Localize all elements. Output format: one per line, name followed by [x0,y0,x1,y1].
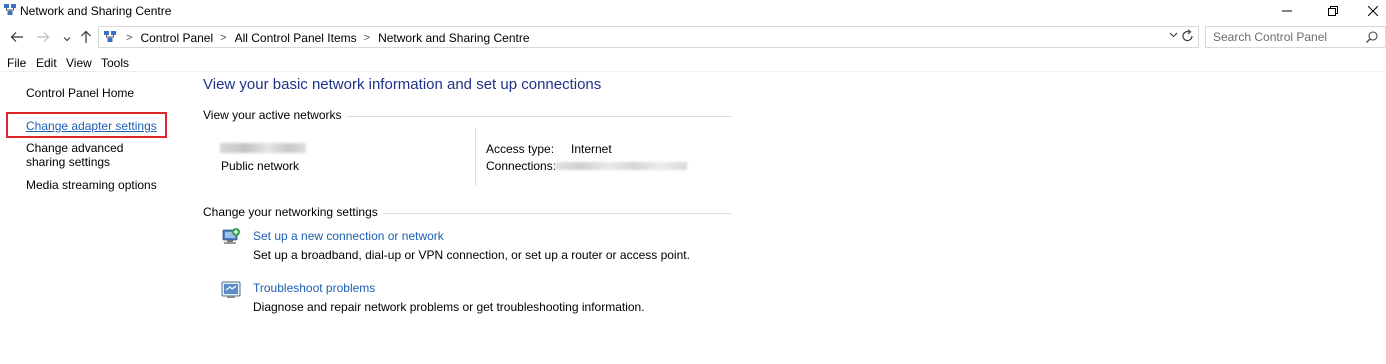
network-sharing-icon [4,4,16,16]
minimize-button[interactable] [1264,0,1310,22]
sidebar-item-change-adapter-settings[interactable]: Change adapter settings [26,119,176,133]
troubleshoot-icon [220,280,242,300]
chevron-down-icon [1169,32,1178,38]
access-type-label: Access type: [486,142,555,156]
breadcrumb-control-panel[interactable]: Control Panel [140,31,213,45]
menu-tools[interactable]: Tools [101,56,129,70]
troubleshoot-description: Diagnose and repair network problems or … [253,300,645,314]
new-connection-icon [220,227,242,247]
menu-bar: File Edit View Tools [0,52,1386,72]
menu-file[interactable]: File [7,56,26,70]
breadcrumb-network-sharing[interactable]: Network and Sharing Centre [378,31,529,45]
arrow-left-icon [10,32,23,42]
address-field[interactable]: > Control Panel > All Control Panel Item… [98,26,1199,48]
connections-label: Connections: [486,159,557,173]
setup-connection-link[interactable]: Set up a new connection or network [253,229,444,243]
arrow-up-icon [81,30,91,43]
change-settings-heading: Change your networking settings [203,205,383,219]
troubleshoot-link[interactable]: Troubleshoot problems [253,281,375,295]
search-box[interactable] [1205,26,1386,48]
close-icon [1368,6,1378,16]
network-name-redacted [220,143,306,153]
breadcrumb-separator-icon[interactable]: > [126,32,132,44]
access-type-value: Internet [571,142,612,156]
menu-view[interactable]: View [66,56,92,70]
search-icon[interactable] [1365,30,1379,44]
address-dropdown-button[interactable] [1169,30,1178,40]
refresh-button[interactable] [1182,29,1194,46]
vertical-divider [475,128,476,186]
up-button[interactable] [77,28,95,46]
title-bar: Network and Sharing Centre [0,0,1386,22]
arrow-right-icon [37,32,50,42]
menu-edit[interactable]: Edit [36,56,57,70]
breadcrumb: > Control Panel > All Control Panel Item… [119,31,530,45]
minimize-icon [1282,10,1292,12]
sidebar-item-media-streaming[interactable]: Media streaming options [26,178,176,192]
back-button[interactable] [8,28,26,46]
sidebar-item-control-panel-home[interactable]: Control Panel Home [26,86,176,100]
close-button[interactable] [1350,0,1386,22]
main-content: View your basic network information and … [190,72,1386,364]
breadcrumb-all-items[interactable]: All Control Panel Items [235,31,357,45]
refresh-icon [1182,29,1193,42]
control-panel-icon [103,30,117,44]
page-title: View your basic network information and … [203,76,602,93]
search-input[interactable] [1206,27,1366,47]
network-type-link[interactable]: Public network [221,159,299,173]
breadcrumb-separator-icon[interactable]: > [364,32,370,44]
recent-locations-button[interactable] [58,30,76,48]
address-bar: > Control Panel > All Control Panel Item… [0,24,1386,50]
sidebar-item-advanced-sharing[interactable]: Change advanced sharing settings [26,141,161,169]
setup-connection-description: Set up a broadband, dial-up or VPN conne… [253,248,690,262]
window-title: Network and Sharing Centre [20,4,172,18]
forward-button[interactable] [34,28,52,46]
breadcrumb-separator-icon[interactable]: > [220,32,226,44]
sidebar: Control Panel Home Change adapter settin… [0,72,190,364]
active-networks-heading: View your active networks [203,108,347,122]
restore-icon [1328,6,1338,16]
chevron-down-icon [63,37,71,42]
connection-name-redacted[interactable] [555,162,687,170]
